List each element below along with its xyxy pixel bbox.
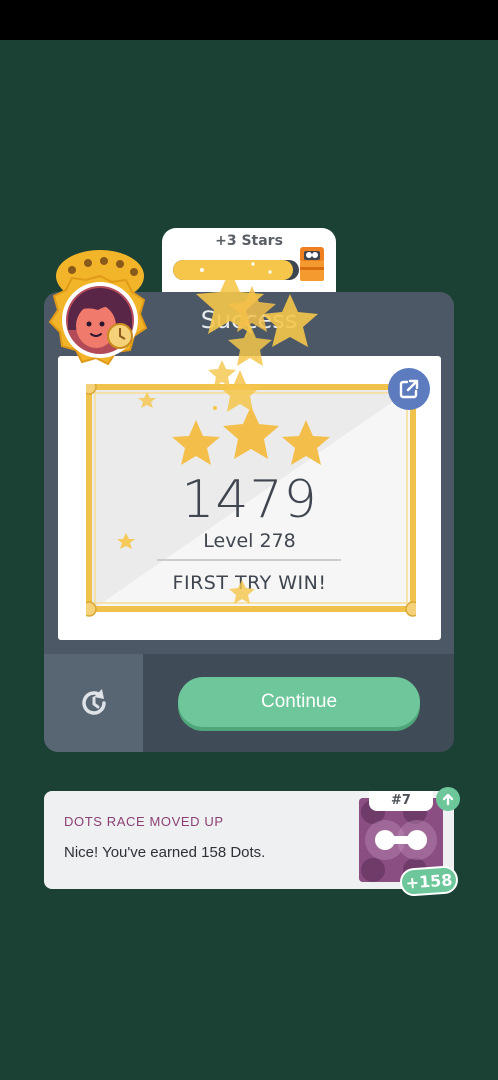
earned-stars <box>172 406 330 465</box>
race-message: Nice! You've earned 158 Dots. <box>64 844 266 861</box>
level-label: Level 278 <box>203 530 296 552</box>
continue-button[interactable]: Continue <box>178 677 420 727</box>
star-icon <box>172 420 220 465</box>
stars-progress-bar <box>173 260 299 280</box>
arrow-up-icon <box>436 787 460 811</box>
avatar-badge <box>38 246 162 376</box>
star-icon <box>282 420 330 465</box>
retry-button[interactable] <box>44 654 143 752</box>
score-value: 1479 <box>181 470 318 530</box>
dots-gained-badge: +158 <box>399 865 459 897</box>
race-title: DOTS RACE MOVED UP <box>64 814 224 829</box>
share-icon <box>399 379 419 399</box>
star-icon <box>223 406 279 459</box>
status-bar <box>0 0 498 40</box>
retry-icon <box>81 689 106 715</box>
divider <box>157 559 341 561</box>
result-label: FIRST TRY WIN! <box>172 572 327 594</box>
race-rank: #7 <box>369 791 433 811</box>
stars-progress-fill <box>173 260 293 280</box>
dots-race-notification[interactable]: DOTS RACE MOVED UP Nice! You've earned 1… <box>44 787 460 897</box>
stars-progress-tab: +3 Stars <box>162 228 336 298</box>
share-button[interactable] <box>388 368 430 410</box>
treasure-chest-icon <box>297 245 327 283</box>
